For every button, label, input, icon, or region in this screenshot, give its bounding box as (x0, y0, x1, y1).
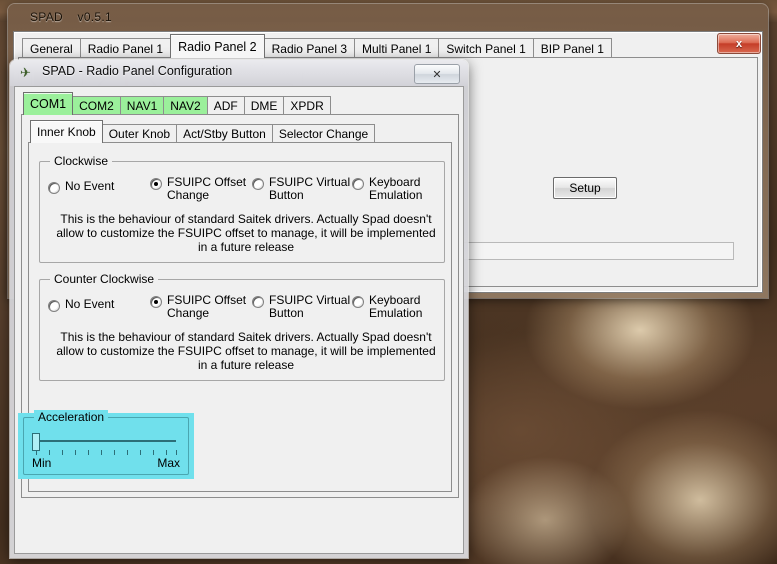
slider-tick (36, 450, 37, 455)
dialog-client-area: COM1 COM2 NAV1 NAV2 ADF DME XPDR Inner K… (14, 86, 464, 554)
main-window-title: SPAD v0.5.1 (30, 10, 113, 24)
slider-tick (140, 450, 141, 455)
sub-tab-inner-knob[interactable]: Inner Knob (30, 120, 103, 143)
dialog-tab-strip: COM1 COM2 NAV1 NAV2 ADF DME XPDR (23, 92, 331, 115)
main-window-close-button[interactable]: x (717, 33, 761, 54)
acceleration-panel: Acceleration Min Max (18, 410, 194, 479)
counter-clockwise-option-fsuipc-offset-change[interactable]: FSUIPC Offset Change (150, 294, 246, 320)
tab-radio-panel-2[interactable]: Radio Panel 2 (170, 34, 265, 58)
setup-button[interactable]: Setup (553, 177, 617, 199)
slider-tick (166, 450, 167, 455)
clockwise-option-keyboard-emulation[interactable]: Keyboard Emulation (352, 176, 422, 202)
sub-tab-outer-knob[interactable]: Outer Knob (101, 124, 178, 143)
radio-panel-configuration-dialog: ✈ SPAD - Radio Panel Configuration ✕ COM… (10, 60, 468, 558)
counter-clockwise-option-fsuipc-virtual-button[interactable]: FSUIPC Virtual Button (252, 294, 350, 320)
acceleration-slider[interactable] (32, 430, 178, 456)
radio-mark-icon (150, 296, 162, 308)
counter-clockwise-note: This is the behaviour of standard Saitek… (56, 330, 436, 372)
tab-switch-panel-1[interactable]: Switch Panel 1 (438, 38, 534, 58)
slider-thumb[interactable] (32, 433, 40, 451)
slider-tick (62, 450, 63, 455)
counter-clockwise-legend: Counter Clockwise (50, 272, 159, 286)
slider-tick (127, 450, 128, 455)
counter-clockwise-option-fsuipc-virtual-button-label: FSUIPC Virtual Button (269, 293, 351, 320)
clockwise-option-no-event-label: No Event (65, 179, 115, 193)
dialog-tab-com2[interactable]: COM2 (72, 96, 121, 115)
dialog-title: SPAD - Radio Panel Configuration (42, 64, 233, 78)
clockwise-option-fsuipc-virtual-button-label: FSUIPC Virtual Button (269, 175, 351, 202)
dialog-tab-dme[interactable]: DME (243, 96, 285, 115)
radio-mark-icon (150, 178, 162, 190)
counter-clockwise-radio-row: No Event FSUIPC Offset Change FSUIPC Vir… (46, 294, 442, 328)
slider-tick (75, 450, 76, 455)
clockwise-option-no-event[interactable]: No Event (48, 180, 114, 194)
tab-radio-panel-3[interactable]: Radio Panel 3 (263, 38, 356, 58)
clockwise-legend: Clockwise (50, 154, 113, 168)
counter-clockwise-option-keyboard-emulation-label: Keyboard Emulation (369, 293, 423, 320)
counter-clockwise-option-no-event[interactable]: No Event (48, 298, 114, 312)
dialog-tab-xpdr[interactable]: XPDR (283, 96, 331, 115)
dialog-tab-adf[interactable]: ADF (206, 96, 245, 115)
sub-tab-strip: Inner Knob Outer Knob Act/Stby Button Se… (30, 120, 376, 143)
slider-tick (49, 450, 50, 455)
main-window-titlebar[interactable]: SPAD v0.5.1 (8, 4, 768, 32)
counter-clockwise-option-keyboard-emulation[interactable]: Keyboard Emulation (352, 294, 422, 320)
acceleration-legend: Acceleration (34, 410, 109, 424)
counter-clockwise-group: Counter Clockwise No Event FSUIPC Offset… (39, 272, 445, 381)
acceleration-min-label: Min (32, 456, 52, 470)
tab-general[interactable]: General (22, 38, 81, 58)
slider-tick (153, 450, 154, 455)
clockwise-group: Clockwise No Event FSUIPC Offset Change (39, 154, 445, 263)
radio-mark-icon (352, 296, 364, 308)
clockwise-option-fsuipc-offset-change[interactable]: FSUIPC Offset Change (150, 176, 246, 202)
radio-mark-icon (48, 300, 60, 312)
tab-multi-panel-1[interactable]: Multi Panel 1 (354, 38, 440, 58)
slider-tick (101, 450, 102, 455)
dialog-tab-nav2[interactable]: NAV2 (163, 96, 208, 115)
counter-clockwise-option-fsuipc-offset-change-label: FSUIPC Offset Change (167, 293, 247, 320)
clockwise-option-fsuipc-offset-change-label: FSUIPC Offset Change (167, 175, 247, 202)
radio-mark-icon (252, 178, 264, 190)
sub-tab-act-stby-button[interactable]: Act/Stby Button (176, 124, 273, 143)
main-tab-strip: General Radio Panel 1 Radio Panel 2 Radi… (22, 34, 612, 58)
counter-clockwise-option-no-event-label: No Event (65, 297, 115, 311)
slider-tick (88, 450, 89, 455)
dialog-tab-nav1[interactable]: NAV1 (119, 96, 165, 115)
acceleration-group: Acceleration Min Max (23, 410, 189, 475)
clockwise-option-fsuipc-virtual-button[interactable]: FSUIPC Virtual Button (252, 176, 350, 202)
tab-bip-panel-1[interactable]: BIP Panel 1 (532, 38, 612, 58)
tab-radio-panel-1[interactable]: Radio Panel 1 (79, 38, 172, 58)
dialog-close-button[interactable]: ✕ (414, 64, 460, 84)
slider-track (36, 440, 176, 442)
slider-tick (176, 450, 177, 455)
clockwise-option-keyboard-emulation-label: Keyboard Emulation (369, 175, 423, 202)
slider-tick (114, 450, 115, 455)
dialog-tab-com1[interactable]: COM1 (23, 92, 74, 115)
clockwise-note: This is the behaviour of standard Saitek… (56, 212, 436, 254)
radio-mark-icon (352, 178, 364, 190)
radio-mark-icon (48, 182, 60, 194)
application-icon: ✈ (20, 65, 31, 80)
acceleration-max-label: Max (157, 456, 180, 470)
dialog-titlebar[interactable]: ✈ SPAD - Radio Panel Configuration ✕ (10, 60, 468, 86)
sub-tab-selector-change[interactable]: Selector Change (271, 124, 376, 143)
radio-mark-icon (252, 296, 264, 308)
clockwise-radio-row: No Event FSUIPC Offset Change FSUIPC Vir… (46, 176, 442, 210)
